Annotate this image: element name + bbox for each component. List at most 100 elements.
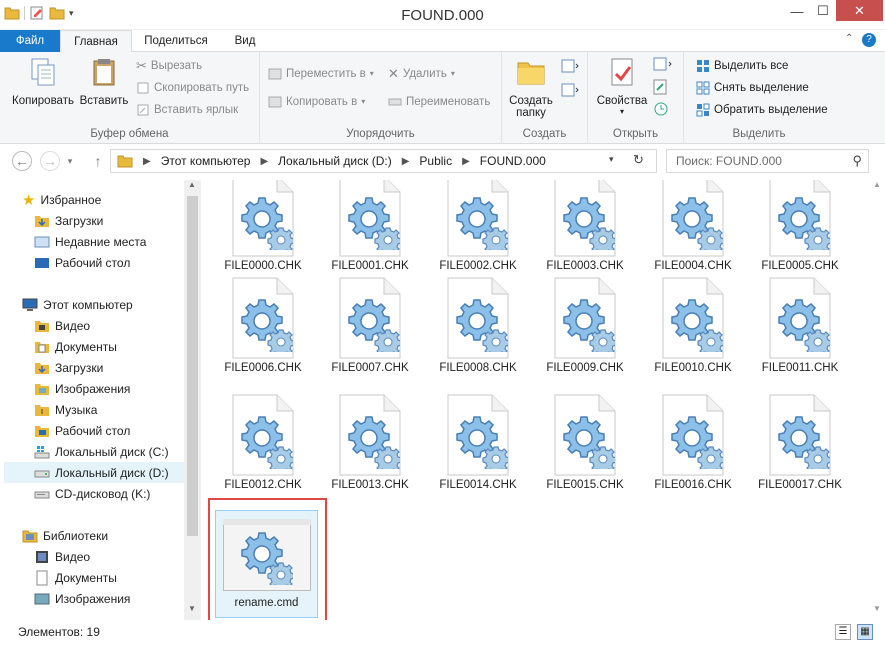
rename-button[interactable]: Переименовать <box>388 92 490 112</box>
file-item[interactable]: FILE0015.CHK <box>533 393 637 491</box>
file-name: FILE0005.CHK <box>761 260 839 272</box>
nav-favorites[interactable]: ★ Избранное <box>22 189 206 210</box>
minimize-button[interactable]: — <box>784 0 810 22</box>
scroll-up-icon[interactable]: ▲ <box>873 180 881 189</box>
file-item[interactable]: FILE0010.CHK <box>641 276 745 374</box>
up-button[interactable]: ↑ <box>88 151 108 171</box>
recent-locations-button[interactable]: ▾ <box>64 151 76 171</box>
file-item[interactable]: FILE0014.CHK <box>426 393 530 491</box>
new-folder-button[interactable]: Создать папку <box>508 56 554 119</box>
nav-libraries[interactable]: Библиотеки <box>22 525 206 546</box>
invert-selection-button[interactable]: Обратить выделение <box>696 100 828 120</box>
address-dropdown-icon[interactable]: ▾ <box>609 154 614 165</box>
copy-label: Копировать <box>12 95 74 107</box>
file-item[interactable]: FILE0009.CHK <box>533 276 637 374</box>
gear-icon <box>456 299 510 357</box>
new-item-icon[interactable] <box>560 58 580 76</box>
navigation-pane: ★ Избранное Загрузки Недавние места Рабоч… <box>0 180 200 620</box>
select-group-label: Выделить <box>732 128 786 140</box>
breadcrumb-found[interactable]: FOUND.000 <box>480 154 546 168</box>
edit-icon[interactable] <box>652 78 670 96</box>
tab-view[interactable]: Вид <box>222 30 268 52</box>
file-item[interactable]: FILE0008.CHK <box>426 276 530 374</box>
help-icon[interactable]: ? <box>862 33 876 47</box>
file-item[interactable]: FILE0013.CHK <box>318 393 422 491</box>
file-document-icon <box>231 180 295 258</box>
close-button[interactable]: ✕ <box>836 0 883 21</box>
paste-button[interactable]: Вставить <box>78 56 130 107</box>
delete-button[interactable]: ✕ Удалить ▾ <box>388 64 455 84</box>
maximize-button[interactable]: ☐ <box>810 0 836 22</box>
paste-icon <box>93 59 115 86</box>
file-item[interactable]: FILE0005.CHK <box>748 180 852 272</box>
folder-icon <box>117 155 133 168</box>
nav-scrollbar[interactable]: ▲ ▼ <box>184 180 201 620</box>
file-item[interactable]: FILE0000.CHK <box>211 180 315 272</box>
forward-button[interactable]: → <box>40 151 60 171</box>
file-item[interactable]: FILE0007.CHK <box>318 276 422 374</box>
file-item[interactable]: FILE00017.CHK <box>748 393 852 491</box>
select-none-icon <box>696 81 710 95</box>
file-item[interactable]: FILE0016.CHK <box>641 393 745 491</box>
breadcrumb-computer[interactable]: Этот компьютер <box>161 154 251 168</box>
scroll-up-icon[interactable]: ▲ <box>188 180 196 189</box>
breadcrumb-separator-icon[interactable]: ▶ <box>462 156 470 167</box>
rename-label: Переименовать <box>406 96 491 108</box>
cut-button[interactable]: ✂ Вырезать <box>136 56 202 76</box>
open-icon[interactable] <box>652 56 674 74</box>
scroll-down-icon[interactable]: ▼ <box>873 604 881 613</box>
history-icon[interactable] <box>652 100 670 118</box>
file-item[interactable]: FILE0012.CHK <box>211 393 315 491</box>
breadcrumb-separator-icon[interactable]: ▶ <box>143 156 151 167</box>
gear-icon <box>348 299 402 357</box>
forward-arrow-icon: → <box>43 153 57 169</box>
tab-share[interactable]: Поделиться <box>134 30 218 52</box>
nav-drive-d[interactable]: Локальный диск (D:) <box>4 462 184 483</box>
properties-button[interactable]: Свойства ▾ <box>594 56 650 116</box>
select-none-button[interactable]: Снять выделение <box>696 78 809 98</box>
new-folder-label-1: Создать <box>509 95 553 107</box>
file-name: FILE0008.CHK <box>439 362 517 374</box>
new-folder-big-icon <box>517 62 545 85</box>
copy-path-button[interactable]: Скопировать путь <box>136 78 249 98</box>
move-to-button[interactable]: Переместить в ▾ <box>268 64 374 84</box>
file-item[interactable]: FILE0002.CHK <box>426 180 530 272</box>
properties-label: Свойства <box>596 95 648 107</box>
copy-to-icon <box>268 96 282 108</box>
paste-shortcut-button[interactable]: Вставить ярлык <box>136 100 238 120</box>
chevron-down-icon: ▾ <box>67 155 73 166</box>
breadcrumb-public[interactable]: Public <box>419 154 452 168</box>
search-input[interactable]: Поиск: FOUND.000 ⚲ <box>666 149 869 173</box>
gear-icon <box>563 197 617 255</box>
scroll-down-icon[interactable]: ▼ <box>188 604 196 613</box>
file-document-icon <box>553 393 617 477</box>
easy-access-icon[interactable] <box>560 82 580 100</box>
details-view-icon[interactable]: ☰ <box>835 624 851 640</box>
breadcrumb-separator-icon[interactable]: ▶ <box>402 156 410 167</box>
breadcrumb-drive-d[interactable]: Локальный диск (D:) <box>278 154 392 168</box>
back-button[interactable]: ← <box>12 151 32 171</box>
file-name: FILE0015.CHK <box>546 479 624 491</box>
nav-computer[interactable]: Этот компьютер <box>22 294 206 315</box>
file-item[interactable]: FILE0006.CHK <box>211 276 315 374</box>
address-bar[interactable]: ▶ Этот компьютер ▶ Локальный диск (D:) ▶… <box>110 149 657 173</box>
paste-shortcut-label: Вставить ярлык <box>154 104 239 116</box>
file-item[interactable]: FILE0001.CHK <box>318 180 422 272</box>
file-name: FILE0014.CHK <box>439 479 517 491</box>
content-scrollbar[interactable]: ▲ ▼ <box>869 180 885 620</box>
file-name: FILE0009.CHK <box>546 362 624 374</box>
file-item[interactable]: FILE0004.CHK <box>641 180 745 272</box>
file-item[interactable]: FILE0011.CHK <box>748 276 852 374</box>
breadcrumb-separator-icon[interactable]: ▶ <box>260 156 268 167</box>
collapse-ribbon-icon[interactable]: ⌃ <box>845 33 853 44</box>
refresh-icon[interactable]: ↻ <box>633 152 644 168</box>
tab-file[interactable]: Файл <box>0 30 60 52</box>
file-item[interactable]: FILE0003.CHK <box>533 180 637 272</box>
desktop-icon <box>35 257 49 268</box>
select-all-button[interactable]: Выделить все <box>696 56 788 76</box>
copy-button[interactable]: Копировать <box>8 56 78 107</box>
nav-scroll-thumb[interactable] <box>187 196 198 536</box>
copy-to-button[interactable]: Копировать в ▾ <box>268 92 365 112</box>
tab-home[interactable]: Главная <box>60 30 132 53</box>
large-icons-view-icon[interactable]: ▦ <box>857 624 873 640</box>
